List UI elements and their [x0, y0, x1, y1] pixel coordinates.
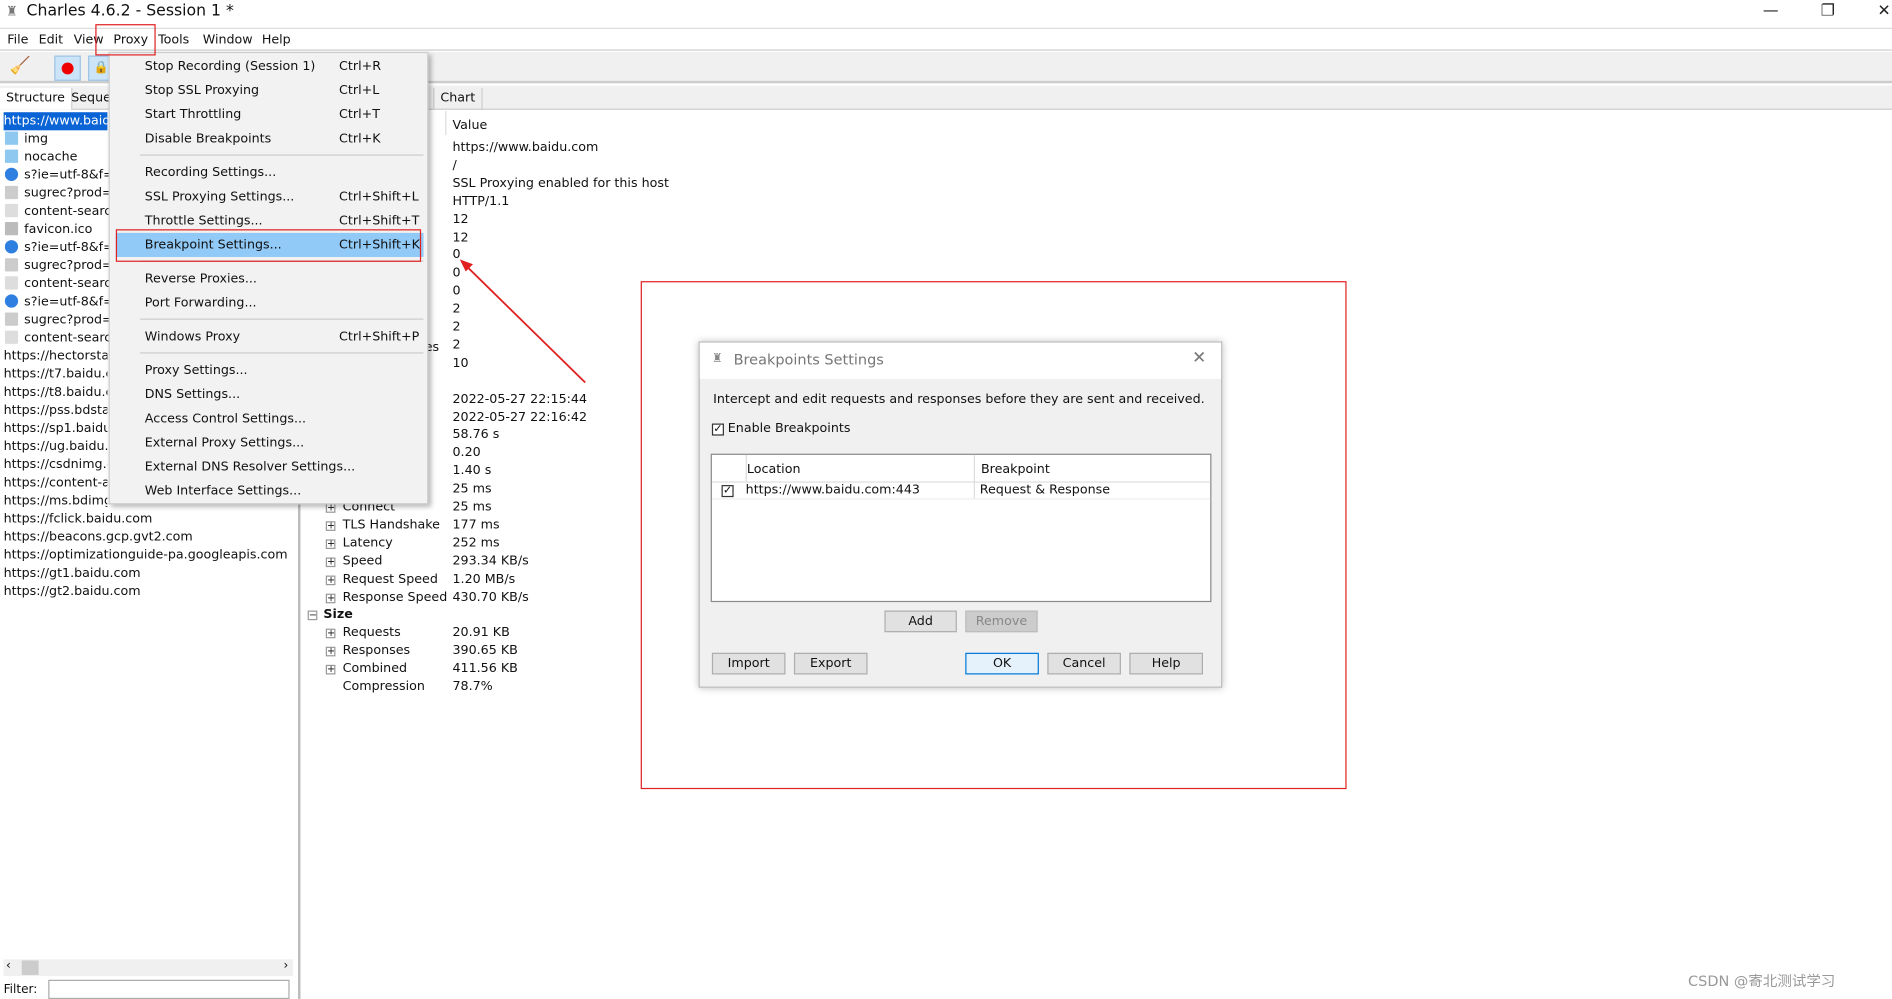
remove-button[interactable]: Remove [965, 610, 1038, 633]
help-button[interactable]: Help [1129, 652, 1203, 675]
row-enabled-checkbox[interactable]: ✓ [721, 485, 734, 498]
export-button[interactable]: Export [793, 652, 868, 675]
column-location[interactable]: Location [747, 462, 801, 476]
charles-window: ♜ Charles 4.6.2 - Session 1 * — ❐ ✕ File… [0, 0, 1892, 999]
enable-breakpoints-label: Enable Breakpoints [727, 421, 851, 436]
dialog-close-icon[interactable]: ✕ [1192, 349, 1206, 368]
arrow-line [465, 264, 586, 384]
checkbox-icon[interactable]: ✓ [711, 423, 724, 436]
import-button[interactable]: Import [711, 652, 786, 675]
charles-logo-icon: ♜ [711, 352, 723, 366]
dialog-title: Breakpoints Settings [733, 351, 884, 369]
column-breakpoint[interactable]: Breakpoint [981, 462, 1050, 476]
ok-button[interactable]: OK [965, 652, 1039, 675]
row-location[interactable]: https://www.baidu.com:443 [746, 483, 920, 497]
dialog-title-bar: ♜ Breakpoints Settings ✕ [699, 342, 1222, 379]
cancel-button[interactable]: Cancel [1047, 652, 1121, 675]
row-breakpoint[interactable]: Request & Response [980, 483, 1110, 497]
breakpoints-settings-dialog: ♜ Breakpoints Settings ✕ Intercept and e… [698, 341, 1223, 688]
add-button[interactable]: Add [884, 610, 957, 633]
watermark: CSDN @寄北测试学习 [1688, 972, 1836, 990]
enable-breakpoints-checkbox[interactable]: ✓ Enable Breakpoints [711, 421, 851, 436]
dialog-description: Intercept and edit requests and response… [713, 392, 1205, 407]
breakpoints-table: Location Breakpoint ✓ https://www.baidu.… [710, 453, 1212, 603]
